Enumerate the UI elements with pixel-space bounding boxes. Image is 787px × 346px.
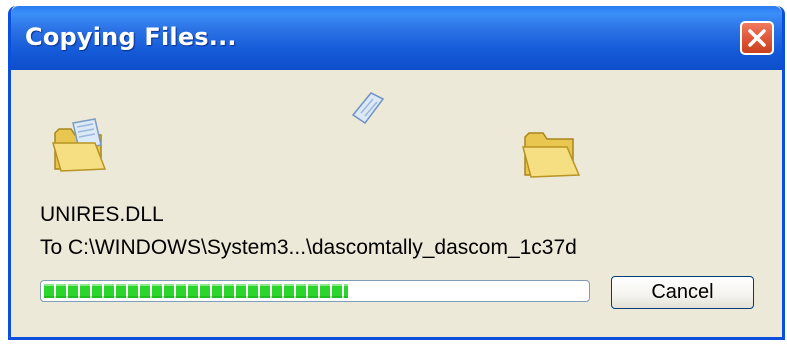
title-bar[interactable]: Copying Files...: [11, 6, 782, 70]
flying-document-icon: [351, 92, 385, 125]
file-name-label: UNIRES.DLL: [40, 203, 164, 226]
window-title: Copying Files...: [25, 23, 237, 51]
open-folder-icon: [522, 132, 581, 178]
close-button[interactable]: [740, 21, 774, 55]
progress-fill: [44, 284, 348, 298]
dialog-content: UNIRES.DLL To C:\WINDOWS\System3...\dasc…: [11, 70, 782, 337]
cancel-button[interactable]: Cancel: [611, 276, 754, 309]
copy-progress-bar: [40, 280, 590, 302]
folder-with-document-icon: [52, 118, 107, 172]
copy-dialog-window: Copying Files... UNIRES.DLL To C:\WINDOW…: [0, 0, 787, 346]
dialog-frame: Copying Files... UNIRES.DLL To C:\WINDOW…: [8, 6, 785, 340]
close-icon: [748, 29, 766, 47]
destination-path-label: To C:\WINDOWS\System3...\dascomtally_das…: [40, 236, 577, 259]
